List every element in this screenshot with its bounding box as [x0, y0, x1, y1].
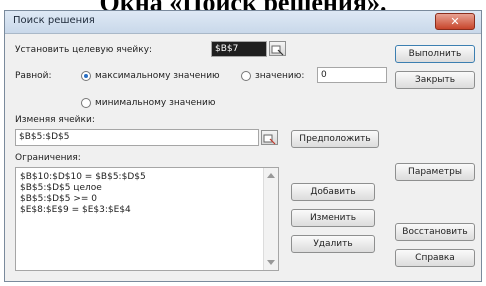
radio-value-label: значению:	[255, 71, 305, 81]
radio-min-label: минимальному значению	[95, 98, 216, 108]
dialog-title: Поиск решения	[13, 15, 95, 26]
equal-to-label: Равной:	[15, 71, 52, 81]
changing-cells-input[interactable]: $B$5:$D$5	[15, 129, 259, 146]
changing-cells-label: Изменяя ячейки:	[15, 115, 95, 125]
delete-button[interactable]: Удалить	[291, 235, 375, 253]
solver-dialog: Поиск решения ✕ Установить целевую ячейк…	[4, 10, 482, 282]
target-cell-input[interactable]: $B$7	[211, 41, 267, 57]
radio-max-label: максимальному значению	[95, 71, 220, 81]
change-button[interactable]: Изменить	[291, 209, 375, 227]
constraints-scrollbar[interactable]	[263, 168, 278, 270]
radio-min[interactable]	[81, 98, 91, 108]
range-select-icon[interactable]	[261, 130, 278, 145]
value-input[interactable]: 0	[317, 67, 387, 83]
guess-button[interactable]: Предположить	[291, 130, 379, 148]
list-item[interactable]: $B$10:$D$10 = $B$5:$D$5	[20, 172, 146, 182]
scroll-up-icon[interactable]	[267, 173, 275, 178]
help-button[interactable]: Справка	[395, 249, 475, 267]
list-item[interactable]: $E$8:$E$9 = $E$3:$E$4	[20, 205, 131, 215]
close-button[interactable]: Закрыть	[395, 71, 475, 89]
list-item[interactable]: $B$5:$D$5 >= 0	[20, 194, 97, 204]
dialog-titlebar: Поиск решения ✕	[5, 11, 481, 34]
radio-max[interactable]	[81, 71, 91, 81]
range-select-icon[interactable]	[269, 41, 286, 56]
reset-button[interactable]: Восстановить	[395, 223, 475, 241]
constraints-label: Ограничения:	[15, 153, 81, 163]
list-item[interactable]: $B$5:$D$5 целое	[20, 183, 102, 193]
options-button[interactable]: Параметры	[395, 163, 475, 181]
radio-value[interactable]	[241, 71, 251, 81]
target-cell-label: Установить целевую ячейку:	[15, 45, 153, 55]
constraints-list[interactable]: $B$10:$D$10 = $B$5:$D$5 $B$5:$D$5 целое …	[15, 167, 279, 271]
scroll-down-icon[interactable]	[267, 260, 275, 265]
run-button[interactable]: Выполнить	[395, 45, 475, 63]
close-icon[interactable]: ✕	[435, 13, 475, 30]
add-button[interactable]: Добавить	[291, 183, 375, 201]
